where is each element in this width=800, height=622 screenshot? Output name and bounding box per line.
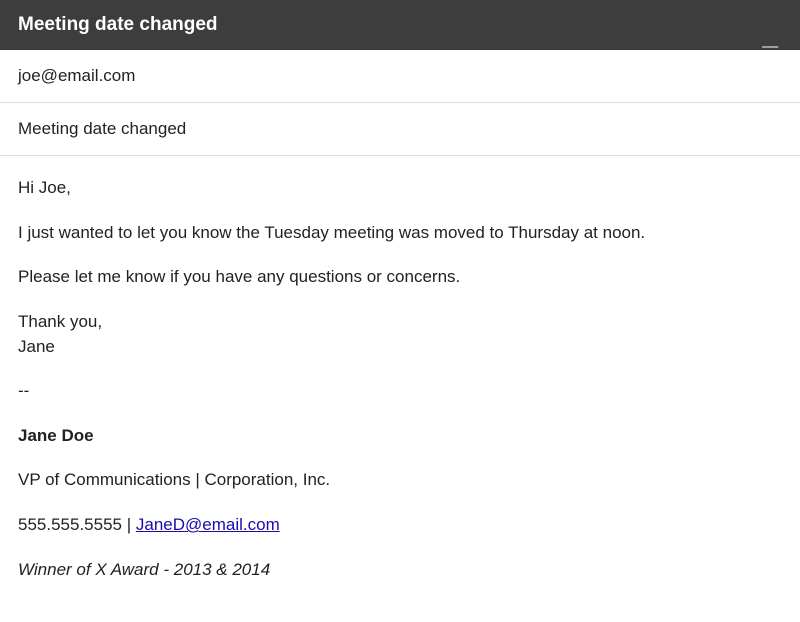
signature-divider: | [122, 515, 136, 534]
compose-title: Meeting date changed [18, 14, 218, 36]
signature-phone: 555.555.5555 [18, 515, 122, 534]
signature-name: Jane Doe [18, 424, 782, 449]
subject-field[interactable]: Meeting date changed [0, 103, 800, 156]
signature-title: VP of Communications | Corporation, Inc. [18, 468, 782, 493]
body-closing1: Thank you, [18, 310, 782, 335]
to-value: joe@email.com [18, 66, 135, 85]
minimize-icon[interactable]: _ [758, 30, 782, 40]
message-body[interactable]: Hi Joe, I just wanted to let you know th… [0, 156, 800, 622]
subject-value: Meeting date changed [18, 119, 186, 138]
body-line2: Please let me know if you have any quest… [18, 265, 782, 290]
to-field[interactable]: joe@email.com [0, 50, 800, 103]
signature-block: -- Jane Doe VP of Communications | Corpo… [18, 379, 782, 582]
body-greeting: Hi Joe, [18, 176, 782, 201]
body-line1: I just wanted to let you know the Tuesda… [18, 221, 782, 246]
signature-email-link[interactable]: JaneD@email.com [136, 515, 280, 534]
signature-contact: 555.555.5555 | JaneD@email.com [18, 513, 782, 538]
signature-separator: -- [18, 379, 782, 404]
signature-award: Winner of X Award - 2013 & 2014 [18, 558, 782, 583]
compose-header: Meeting date changed _ [0, 0, 800, 50]
body-closing2: Jane [18, 335, 782, 360]
